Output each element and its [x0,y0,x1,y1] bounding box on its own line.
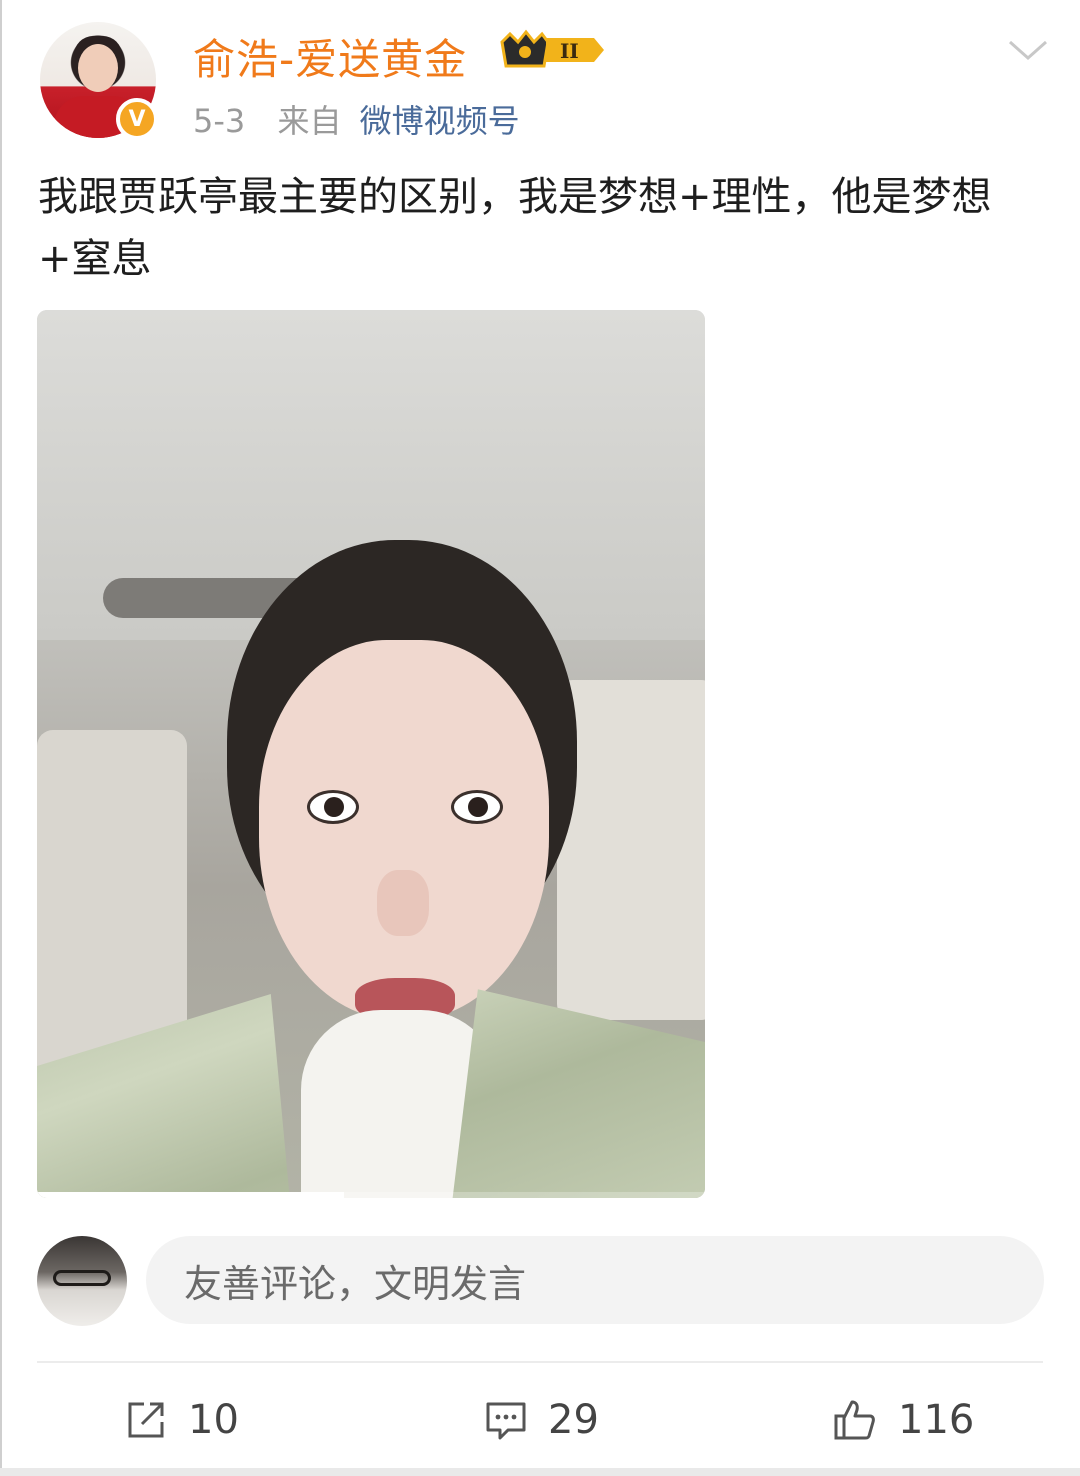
repost-button[interactable]: 10 [124,1390,239,1450]
post-date: 5-3 [193,102,246,140]
thumbs-up-icon [834,1400,875,1440]
current-user-avatar [37,1236,127,1326]
post-meta: 5-3 来自 微博视频号 [193,96,520,142]
post-text: 我跟贾跃亭最主要的区别，我是梦想+理性，他是梦想+窒息 [38,174,992,282]
action-bar: 10 29 116 [0,1380,1080,1460]
from-label: 来自 [277,102,342,140]
verified-v-icon: V [116,98,158,140]
divider [37,1361,1043,1363]
post-source-link[interactable]: 微博视频号 [360,102,520,140]
like-count: 116 [898,1397,975,1443]
screen-edge [0,0,2,1476]
video-progress-bar[interactable] [37,1192,705,1198]
video-progress-fill [37,1192,345,1198]
post-header: V 俞浩-爱送黄金 II 5-3 来自 微博视频号 [0,0,1080,150]
chevron-down-icon[interactable] [1008,30,1048,70]
share-icon [128,1402,164,1438]
author-name[interactable]: 俞浩-爱送黄金 [193,26,467,87]
crown-vip-icon[interactable]: II [498,28,610,72]
comment-icon [486,1402,526,1440]
comment-button[interactable]: 29 [484,1390,599,1450]
bottom-strip [0,1468,1080,1476]
vip-level-text: II [560,39,579,63]
like-button[interactable]: 116 [830,1390,974,1450]
comment-input[interactable]: 友善评论，文明发言 [146,1236,1044,1324]
repost-count: 10 [188,1397,239,1443]
video-player[interactable] [37,310,705,1198]
comment-count: 29 [548,1397,599,1443]
